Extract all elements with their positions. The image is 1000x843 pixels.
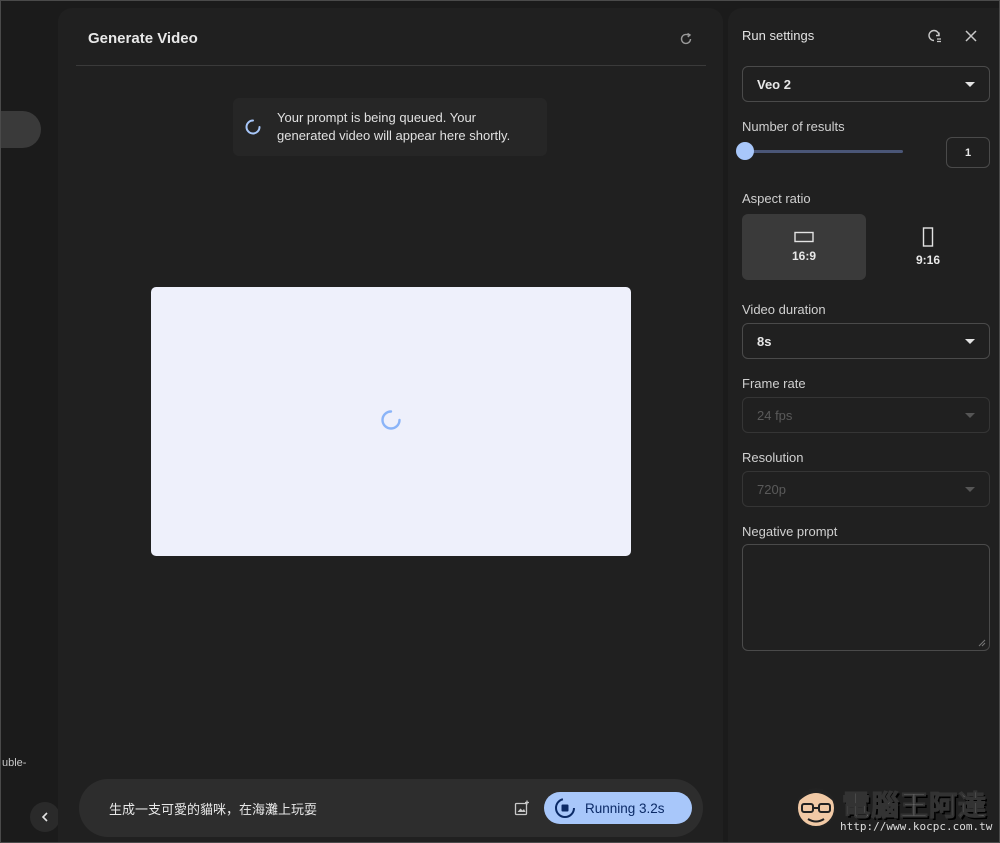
watermark-url: http://www.kocpc.com.tw	[840, 820, 993, 833]
toast-message: Your prompt is being queued. Your genera…	[277, 110, 511, 143]
queue-toast: Your prompt is being queued. Your genera…	[233, 98, 547, 156]
num-results-label: Number of results	[742, 119, 845, 134]
left-rail: uble-	[0, 0, 60, 843]
add-media-icon	[514, 800, 529, 816]
spinner-icon	[245, 119, 261, 135]
refresh-button[interactable]	[677, 30, 695, 48]
num-results-input[interactable]: 1	[946, 137, 990, 168]
stop-icon	[555, 798, 575, 818]
video-duration-value: 8s	[757, 333, 772, 349]
page-title: Generate Video	[88, 30, 198, 47]
aspect-option-16-9[interactable]: 16:9	[742, 214, 866, 280]
negative-prompt-input[interactable]	[742, 544, 990, 651]
model-select[interactable]: Veo 2	[742, 66, 990, 102]
frame-rate-select: 24 fps	[742, 397, 990, 433]
model-select-value: Veo 2	[757, 76, 791, 92]
dropdown-caret-icon	[965, 413, 975, 418]
header-divider	[76, 65, 706, 66]
resize-grip-icon[interactable]	[978, 639, 986, 647]
watermark-title: 電腦王阿達	[841, 789, 988, 823]
frame-rate-label: Frame rate	[742, 376, 806, 391]
resolution-select: 720p	[742, 471, 990, 507]
video-duration-label: Video duration	[742, 302, 826, 317]
settings-title: Run settings	[742, 28, 815, 43]
close-icon	[965, 30, 977, 42]
mascot-face-icon	[796, 788, 836, 828]
add-media-button[interactable]	[512, 798, 532, 818]
negative-prompt-label: Negative prompt	[742, 524, 838, 539]
run-settings-panel: Run settings Veo 2 Number of results 1 A…	[728, 8, 1000, 843]
landscape-icon	[794, 231, 814, 243]
reset-settings-button[interactable]	[924, 26, 944, 46]
resolution-label: Resolution	[742, 450, 804, 465]
collapse-sidebar-button[interactable]	[30, 802, 60, 832]
spinner-icon	[381, 410, 401, 430]
video-duration-select[interactable]: 8s	[742, 323, 990, 359]
run-button[interactable]: Running 3.2s	[544, 792, 692, 824]
prompt-bar: 生成一支可愛的貓咪，在海灘上玩耍 Running 3.2s	[79, 779, 703, 837]
video-preview	[151, 287, 631, 556]
close-settings-button[interactable]	[961, 26, 981, 46]
nav-truncated-label: uble-	[2, 757, 27, 769]
aspect-label: 9:16	[915, 253, 941, 267]
num-results-slider[interactable]	[745, 150, 903, 153]
dropdown-caret-icon	[965, 339, 975, 344]
dropdown-caret-icon	[965, 82, 975, 87]
portrait-icon	[922, 227, 934, 247]
num-results-slider-thumb[interactable]	[736, 142, 754, 160]
reset-icon	[928, 29, 941, 43]
run-button-label: Running 3.2s	[585, 800, 665, 816]
main-panel: Generate Video Your prompt is being queu…	[58, 8, 723, 843]
refresh-icon	[680, 32, 692, 45]
frame-rate-value: 24 fps	[757, 407, 793, 423]
aspect-ratio-label: Aspect ratio	[742, 191, 811, 206]
aspect-option-9-16[interactable]: 9:16	[866, 214, 990, 280]
chevron-left-icon	[41, 812, 48, 822]
watermark-logo: 電腦王阿達 http://www.kocpc.com.tw	[792, 776, 992, 836]
prompt-input[interactable]: 生成一支可愛的貓咪，在海灘上玩耍	[109, 799, 317, 818]
nav-item-active[interactable]	[0, 111, 41, 148]
dropdown-caret-icon	[965, 487, 975, 492]
resolution-value: 720p	[757, 481, 786, 497]
aspect-label: 16:9	[791, 249, 817, 263]
